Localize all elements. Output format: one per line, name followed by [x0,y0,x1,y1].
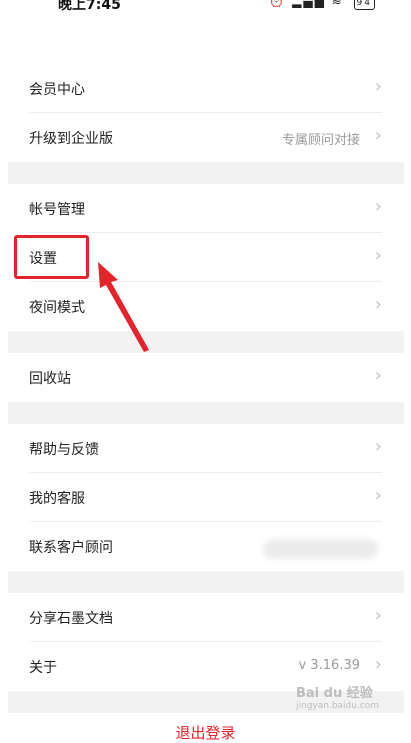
menu-group-account: 会员中心 › 升级到企业版 专属顾问对接 › [8,64,404,162]
menu-item-label: 关于 [29,660,57,676]
chevron-right-icon: › [374,436,382,457]
chevron-right-icon: › [374,365,382,386]
menu-item-label: 我的客服 [29,491,85,507]
chevron-right-icon: › [374,485,382,506]
menu-group-about: 分享石墨文档 › 关于 v 3.16.39 › [8,593,404,691]
section-gap [8,331,404,353]
signal-icon: ▂▄▆ [292,0,326,8]
menu-item-label: 帮助与反馈 [29,442,99,458]
menu-item-label: 回收站 [29,371,71,387]
menu-item-member-center[interactable]: 会员中心 › [8,64,404,113]
watermark-url: jingyan.baidu.com [296,701,380,711]
section-gap [8,162,404,184]
menu-item-help[interactable]: 帮助与反馈 › [8,424,404,473]
chevron-right-icon: › [374,605,382,626]
alarm-icon: ⏰ [269,0,287,8]
menu-item-label: 分享石墨文档 [29,611,113,627]
menu-item-label: 会员中心 [29,82,85,98]
chevron-right-icon: › [374,125,382,146]
logout-button[interactable]: 退出登录 [0,722,411,743]
highlight-box [14,235,89,279]
menu-item-label: 升级到企业版 [29,131,113,147]
chevron-right-icon: › [374,294,382,315]
menu-item-contact-advisor[interactable]: 联系客户顾问 [8,522,404,571]
wifi-icon: ≋ [331,0,344,8]
watermark-logo: Bai du 经验 jingyan.baidu.com [296,682,379,711]
menu-item-share[interactable]: 分享石墨文档 › [8,593,404,642]
battery-icon: 94 [353,0,375,10]
menu-item-value: 专属顾问对接 [281,133,360,148]
chevron-right-icon: › [374,654,382,675]
chevron-right-icon: › [374,76,382,97]
watermark-brand: Bai du 经验 [296,686,373,701]
menu-group-recycle: 回收站 › [8,353,404,402]
menu-item-label: 联系客户顾问 [29,540,113,556]
status-time: 晚上7:45 [58,0,121,13]
chevron-right-icon: › [374,196,382,217]
status-bar: 晚上7:45 ⏰ ▂▄▆ ≋ 94 [0,0,411,14]
menu-item-upgrade[interactable]: 升级到企业版 专属顾问对接 › [8,113,404,162]
menu-item-my-service[interactable]: 我的客服 › [8,473,404,522]
chevron-right-icon: › [374,245,382,266]
red-arrow-icon [98,262,149,352]
status-icons: ⏰ ▂▄▆ ≋ 94 [269,0,375,10]
version-text: v 3.16.39 [298,658,360,673]
section-gap [8,571,404,593]
menu-item-label: 夜间模式 [29,300,85,316]
blurred-contact-value [263,539,378,559]
menu-group-support: 帮助与反馈 › 我的客服 › 联系客户顾问 [8,424,404,571]
menu-item-recycle-bin[interactable]: 回收站 › [8,353,404,402]
menu-item-night-mode[interactable]: 夜间模式 › [8,282,404,331]
menu-item-account[interactable]: 帐号管理 › [8,184,404,233]
menu-item-label: 帐号管理 [29,202,85,218]
section-gap [8,402,404,424]
